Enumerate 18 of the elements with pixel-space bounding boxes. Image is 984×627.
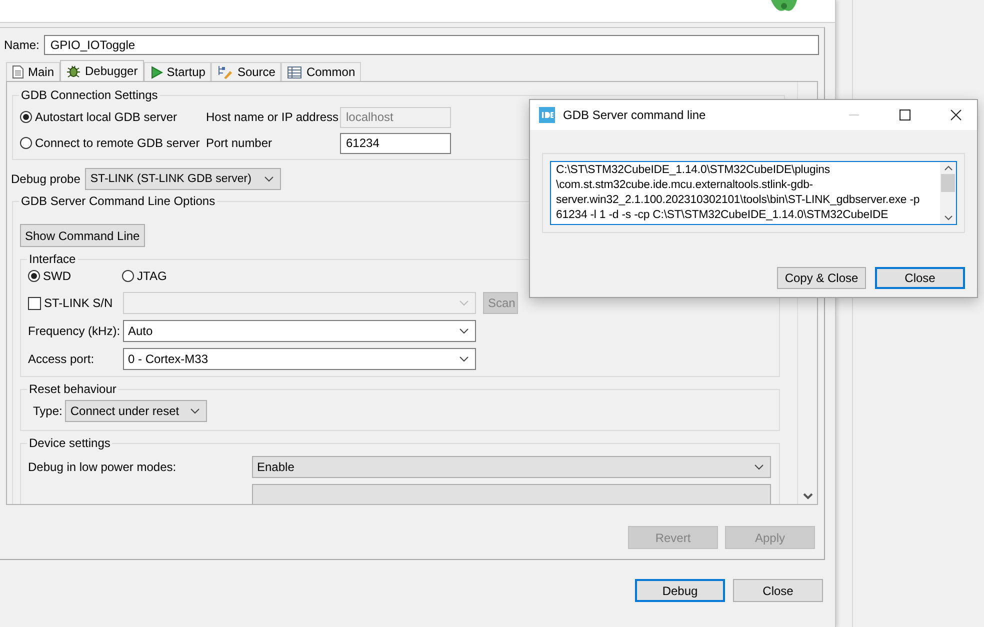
access-port-label: Access port: <box>28 352 96 366</box>
host-label: Host name or IP address <box>206 110 340 124</box>
frequency-label: Frequency (kHz): <box>28 324 122 338</box>
command-text-line: 61234 -l 1 -d -s -cp C:\ST\STM32CubeIDE_1.14.0\STM32CubeIDE <box>556 208 890 223</box>
group-title: Interface <box>28 252 77 266</box>
window-title: GDB Server command line <box>563 108 707 122</box>
setting-label: Debug in low power modes: <box>28 460 178 474</box>
group-title: GDB Server Command Line Options <box>20 194 216 208</box>
group-title: Device settings <box>28 436 112 450</box>
group-title: GDB Connection Settings <box>20 88 159 102</box>
port-label: Port number <box>206 136 274 150</box>
name-label: Name: <box>4 38 40 52</box>
type-label: Type: <box>33 404 62 418</box>
debug-probe-label: Debug probe <box>12 172 80 186</box>
group-title: Reset behaviour <box>28 382 118 396</box>
command-text-line: \com.st.stm32cube.ide.mcu.externaltools.stlink-gdb- <box>556 178 814 193</box>
command-text-line: C:\ST\STM32CubeIDE_1.14.0\STM32CubeIDE\plugins <box>556 163 831 178</box>
command-text-line: server.win32_2.1.100.202310302101\tools\bin\ST-LINK_gdbserver.exe -p <box>556 193 921 208</box>
